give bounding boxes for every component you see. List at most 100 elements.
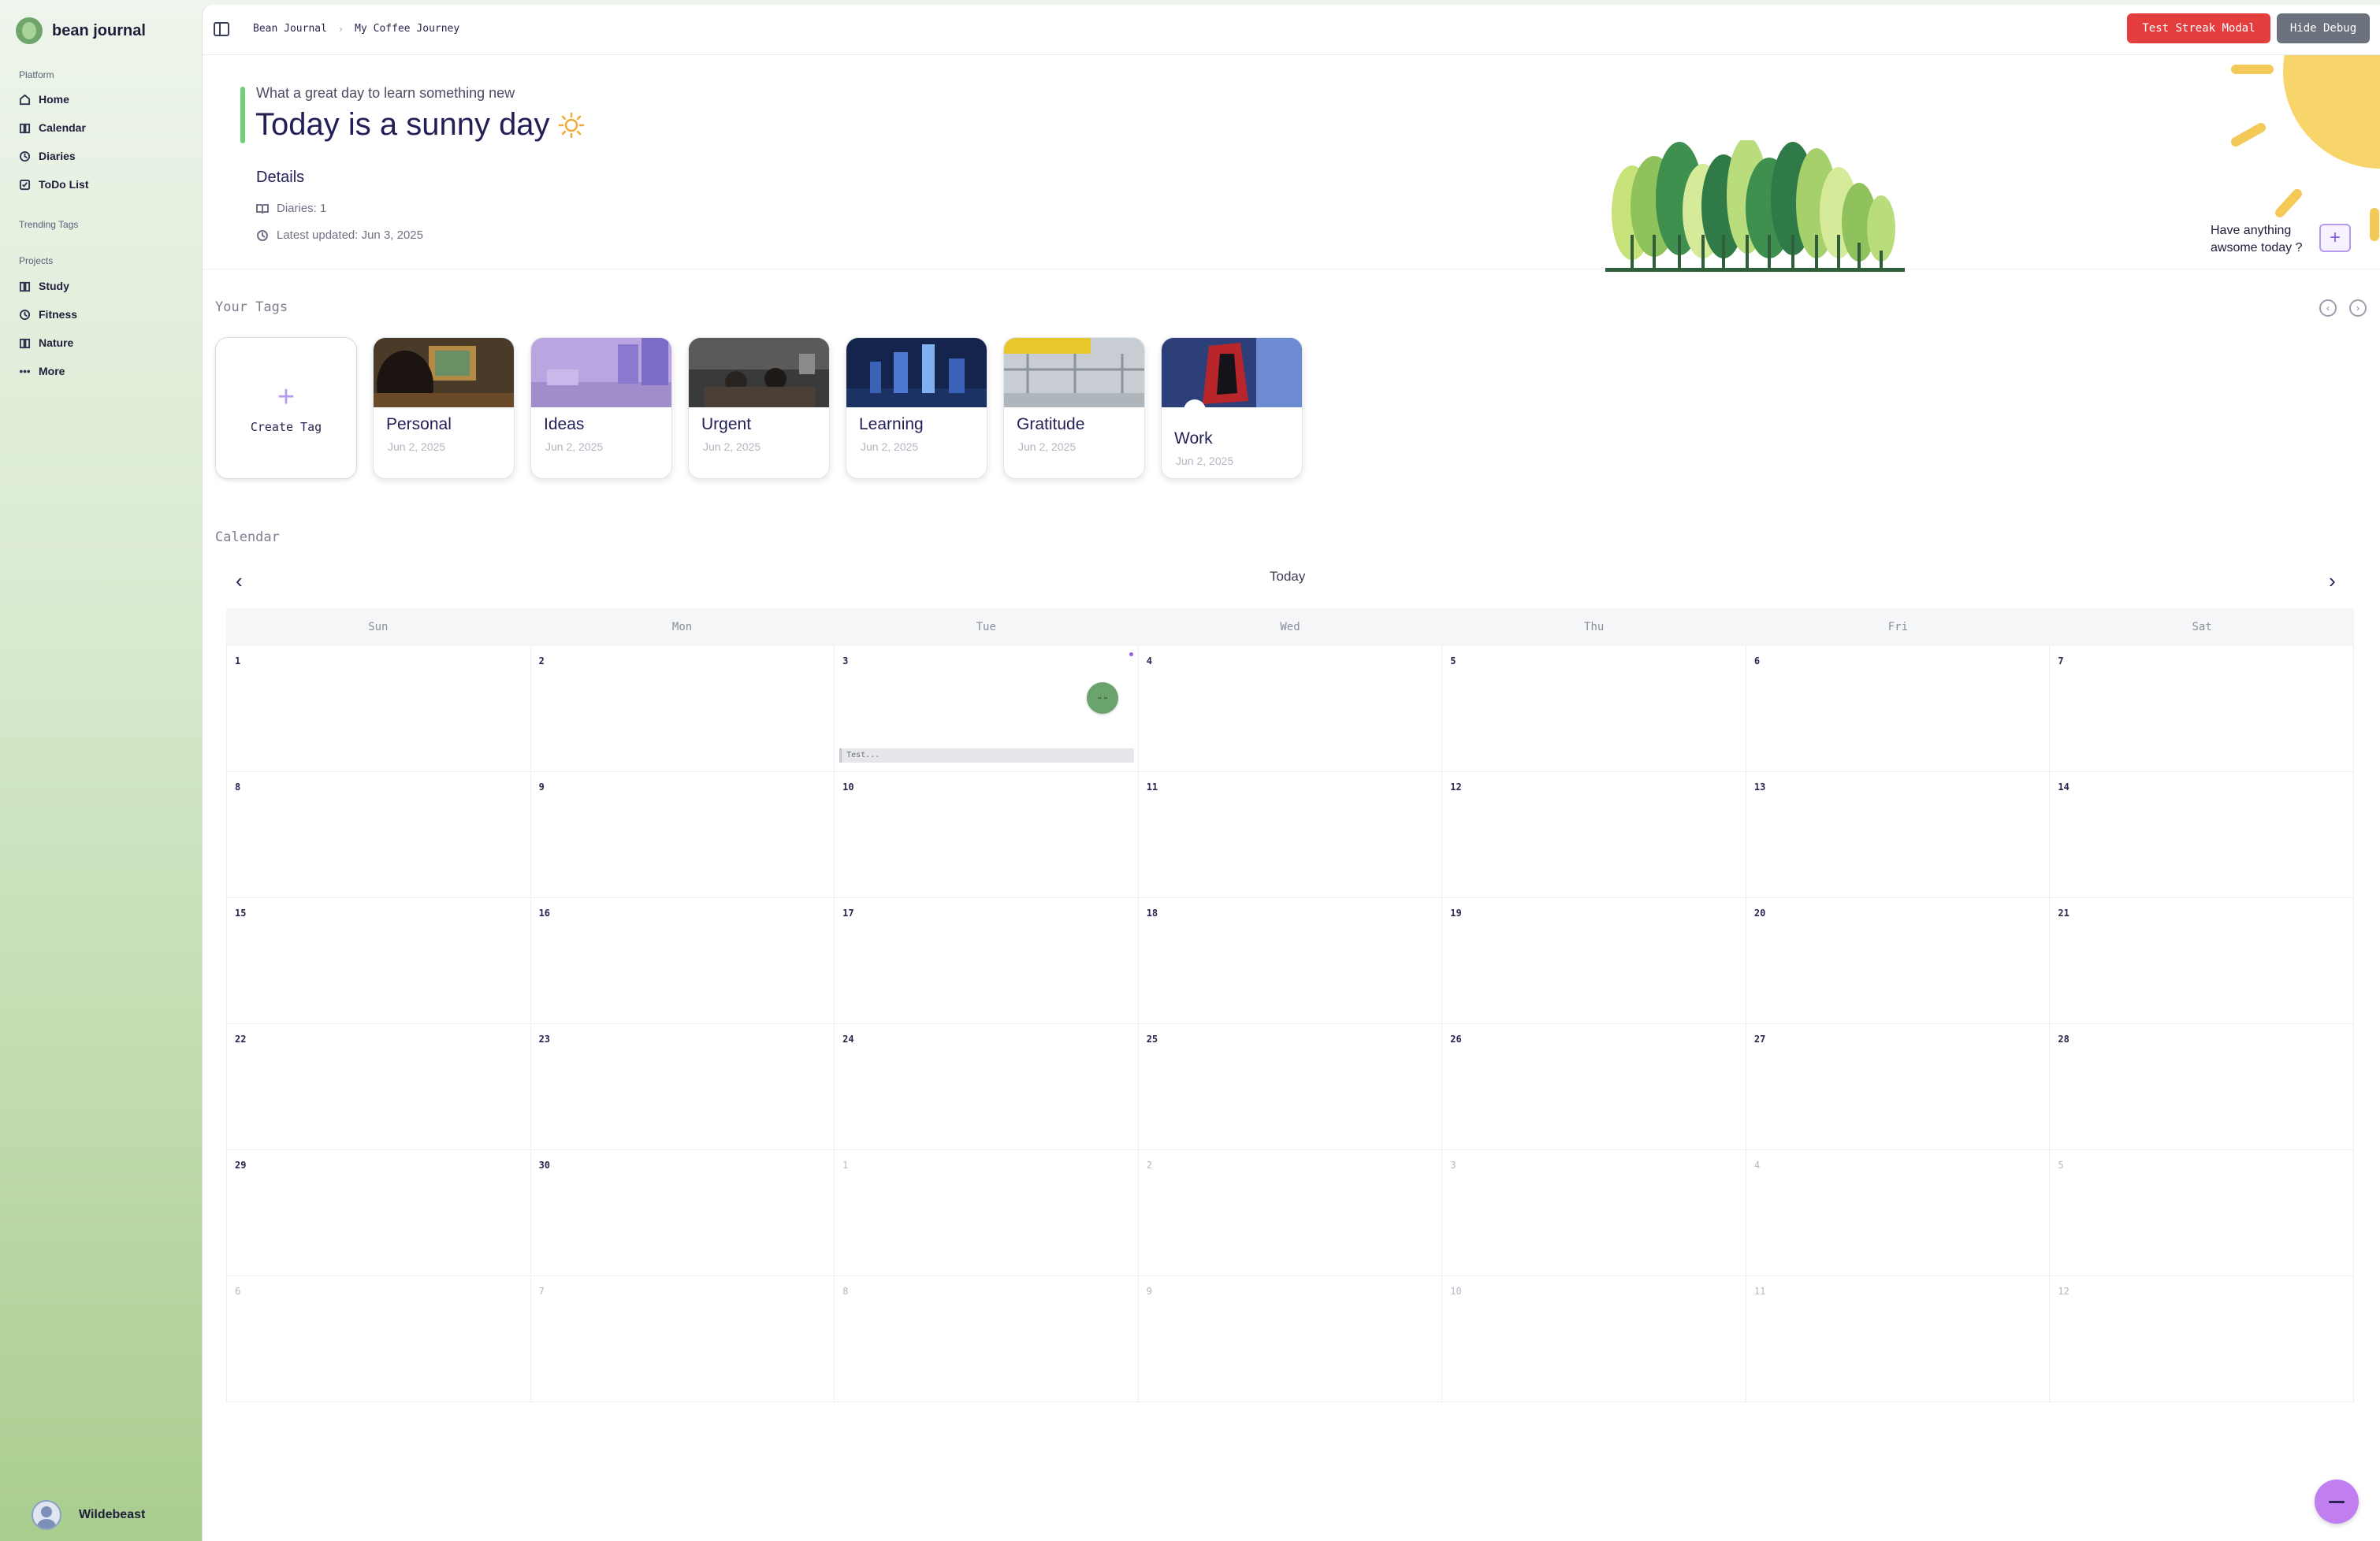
- topbar: Bean Journal › My Coffee Journey Test St…: [203, 5, 2380, 55]
- tag-card-learning[interactable]: Learning Jun 2, 2025: [846, 337, 987, 479]
- collapse-fab-button[interactable]: [2315, 1480, 2359, 1524]
- calendar-day-cell[interactable]: 27: [1746, 1024, 2051, 1150]
- sidebar-item-study[interactable]: Study: [19, 280, 69, 292]
- checkbox-icon: [19, 179, 31, 190]
- calendar-day-cell[interactable]: 13: [1746, 772, 2051, 898]
- calendar-day-cell[interactable]: 9: [1138, 1276, 1443, 1402]
- prompt-text: Have anything awsome today ?: [2211, 224, 2303, 254]
- create-tag-button[interactable]: + Create Tag: [215, 337, 357, 479]
- day-number: 11: [1753, 1286, 1766, 1297]
- calendar-day-cell[interactable]: 6: [1746, 646, 2051, 772]
- calendar-day-cell[interactable]: 21: [2050, 898, 2354, 1024]
- diary-entry-chip[interactable]: Test...: [839, 748, 1135, 763]
- sidebar-item-calendar[interactable]: Calendar: [19, 121, 86, 134]
- calendar-day-cell[interactable]: 19: [1442, 898, 1746, 1024]
- calendar-day-cell[interactable]: 2: [530, 646, 835, 772]
- calendar-day-cell[interactable]: 4: [1138, 646, 1443, 772]
- calendar-day-cell[interactable]: 5: [1442, 646, 1746, 772]
- calendar-day-cell[interactable]: 11: [1746, 1276, 2051, 1402]
- chevron-right-icon[interactable]: ›: [2349, 299, 2367, 317]
- sidebar-item-more[interactable]: More: [19, 365, 65, 377]
- sidebar-item-label: Calendar: [39, 121, 86, 134]
- today-button[interactable]: Today: [1270, 569, 1305, 585]
- weekday-label: Fri: [1887, 621, 1909, 633]
- calendar-day-cell[interactable]: 8: [835, 1276, 1139, 1402]
- calendar-day-cell[interactable]: 12: [2050, 1276, 2354, 1402]
- calendar-day-cell[interactable]: 3: [1442, 1150, 1746, 1276]
- brand[interactable]: bean journal: [16, 17, 146, 44]
- calendar-day-cell[interactable]: 22: [227, 1024, 531, 1150]
- sidebar-item-nature[interactable]: Nature: [19, 336, 73, 349]
- home-icon: [19, 94, 31, 105]
- calendar-day-cell[interactable]: 1: [835, 1150, 1139, 1276]
- day-number: 6: [235, 1286, 241, 1297]
- calendar-day-cell[interactable]: 3 ᵕ ᵕ Test...: [835, 646, 1139, 772]
- calendar-day-cell[interactable]: 7: [2050, 646, 2354, 772]
- calendar-day-cell[interactable]: 24: [835, 1024, 1139, 1150]
- day-number: 18: [1146, 908, 1158, 919]
- day-number: 27: [1753, 1034, 1766, 1045]
- calendar-day-cell[interactable]: 14: [2050, 772, 2354, 898]
- tag-card-ideas[interactable]: Ideas Jun 2, 2025: [530, 337, 672, 479]
- calendar-day-cell[interactable]: 6: [227, 1276, 531, 1402]
- calendar-day-cell[interactable]: 17: [835, 898, 1139, 1024]
- day-number: 2: [1146, 1160, 1152, 1171]
- calendar-day-cell[interactable]: 28: [2050, 1024, 2354, 1150]
- calendar-day-cell[interactable]: 30: [530, 1150, 835, 1276]
- day-number: 7: [2058, 655, 2064, 667]
- sidebar-item-fitness[interactable]: Fitness: [19, 308, 77, 321]
- prev-month-chevron-icon[interactable]: ‹: [236, 569, 243, 593]
- chevron-left-icon[interactable]: ‹: [2319, 299, 2337, 317]
- calendar-day-cell[interactable]: 16: [530, 898, 835, 1024]
- book-icon: [19, 338, 31, 348]
- trending-tags-label: Trending Tags: [19, 219, 79, 230]
- tag-card-gratitude[interactable]: Gratitude Jun 2, 2025: [1003, 337, 1145, 479]
- calendar-day-cell[interactable]: 18: [1138, 898, 1443, 1024]
- calendar-day-cell[interactable]: 11: [1138, 772, 1443, 898]
- calendar-day-cell[interactable]: 26: [1442, 1024, 1746, 1150]
- calendar-day-cell[interactable]: 1: [227, 646, 531, 772]
- test-streak-modal-button[interactable]: Test Streak Modal: [2127, 13, 2270, 43]
- accent-bar: [240, 87, 245, 143]
- calendar-day-cell[interactable]: 23: [530, 1024, 835, 1150]
- tag-card-urgent[interactable]: Urgent Jun 2, 2025: [688, 337, 830, 479]
- day-number: 24: [842, 1034, 854, 1045]
- hide-debug-button[interactable]: Hide Debug: [2277, 13, 2370, 43]
- user-profile[interactable]: Wildebeast: [32, 1500, 145, 1530]
- calendar-day-cell[interactable]: 10: [1442, 1276, 1746, 1402]
- tag-card-work[interactable]: Work Jun 2, 2025: [1161, 337, 1303, 479]
- calendar-day-cell[interactable]: 4: [1746, 1150, 2051, 1276]
- latest-updated-text: Latest updated: Jun 3, 2025: [277, 228, 423, 242]
- tag-card-personal[interactable]: Personal Jun 2, 2025: [373, 337, 515, 479]
- calendar-day-cell[interactable]: 8: [227, 772, 531, 898]
- weekday-label: Thu: [1584, 621, 1605, 633]
- calendar-day-cell[interactable]: 20: [1746, 898, 2051, 1024]
- calendar-day-cell[interactable]: 29: [227, 1150, 531, 1276]
- calendar-day-cell[interactable]: 9: [530, 772, 835, 898]
- sidebar-item-label: ToDo List: [39, 178, 89, 191]
- day-number: 1: [235, 655, 241, 667]
- sidebar-toggle-icon[interactable]: [214, 22, 229, 36]
- add-diary-button[interactable]: +: [2319, 224, 2351, 252]
- next-month-chevron-icon[interactable]: ›: [2329, 569, 2336, 593]
- calendar-day-cell[interactable]: 25: [1138, 1024, 1443, 1150]
- breadcrumb-item[interactable]: Bean Journal: [253, 23, 327, 35]
- calendar-day-cell[interactable]: 15: [227, 898, 531, 1024]
- tag-name: Personal: [386, 415, 452, 433]
- sidebar-item-diaries[interactable]: Diaries: [19, 150, 76, 162]
- calendar-day-cell[interactable]: 7: [530, 1276, 835, 1402]
- book-open-icon: [256, 203, 269, 214]
- tag-image: [1162, 338, 1302, 407]
- weekday-header: Sun Mon Tue Wed Thu Fri Sat: [226, 608, 2354, 646]
- calendar-day-cell[interactable]: 5: [2050, 1150, 2354, 1276]
- calendar-day-cell[interactable]: 10: [835, 772, 1139, 898]
- calendar-day-cell[interactable]: 12: [1442, 772, 1746, 898]
- sidebar-item-label: Home: [39, 93, 69, 106]
- sidebar-item-home[interactable]: Home: [19, 93, 69, 106]
- sidebar-item-todo[interactable]: ToDo List: [19, 178, 89, 191]
- mood-face-icon[interactable]: ᵕ ᵕ: [1087, 682, 1119, 714]
- calendar-day-cell[interactable]: 2: [1138, 1150, 1443, 1276]
- tag-date: Jun 2, 2025: [861, 440, 919, 453]
- day-number: 9: [1146, 1286, 1152, 1297]
- breadcrumb-item[interactable]: My Coffee Journey: [355, 23, 459, 35]
